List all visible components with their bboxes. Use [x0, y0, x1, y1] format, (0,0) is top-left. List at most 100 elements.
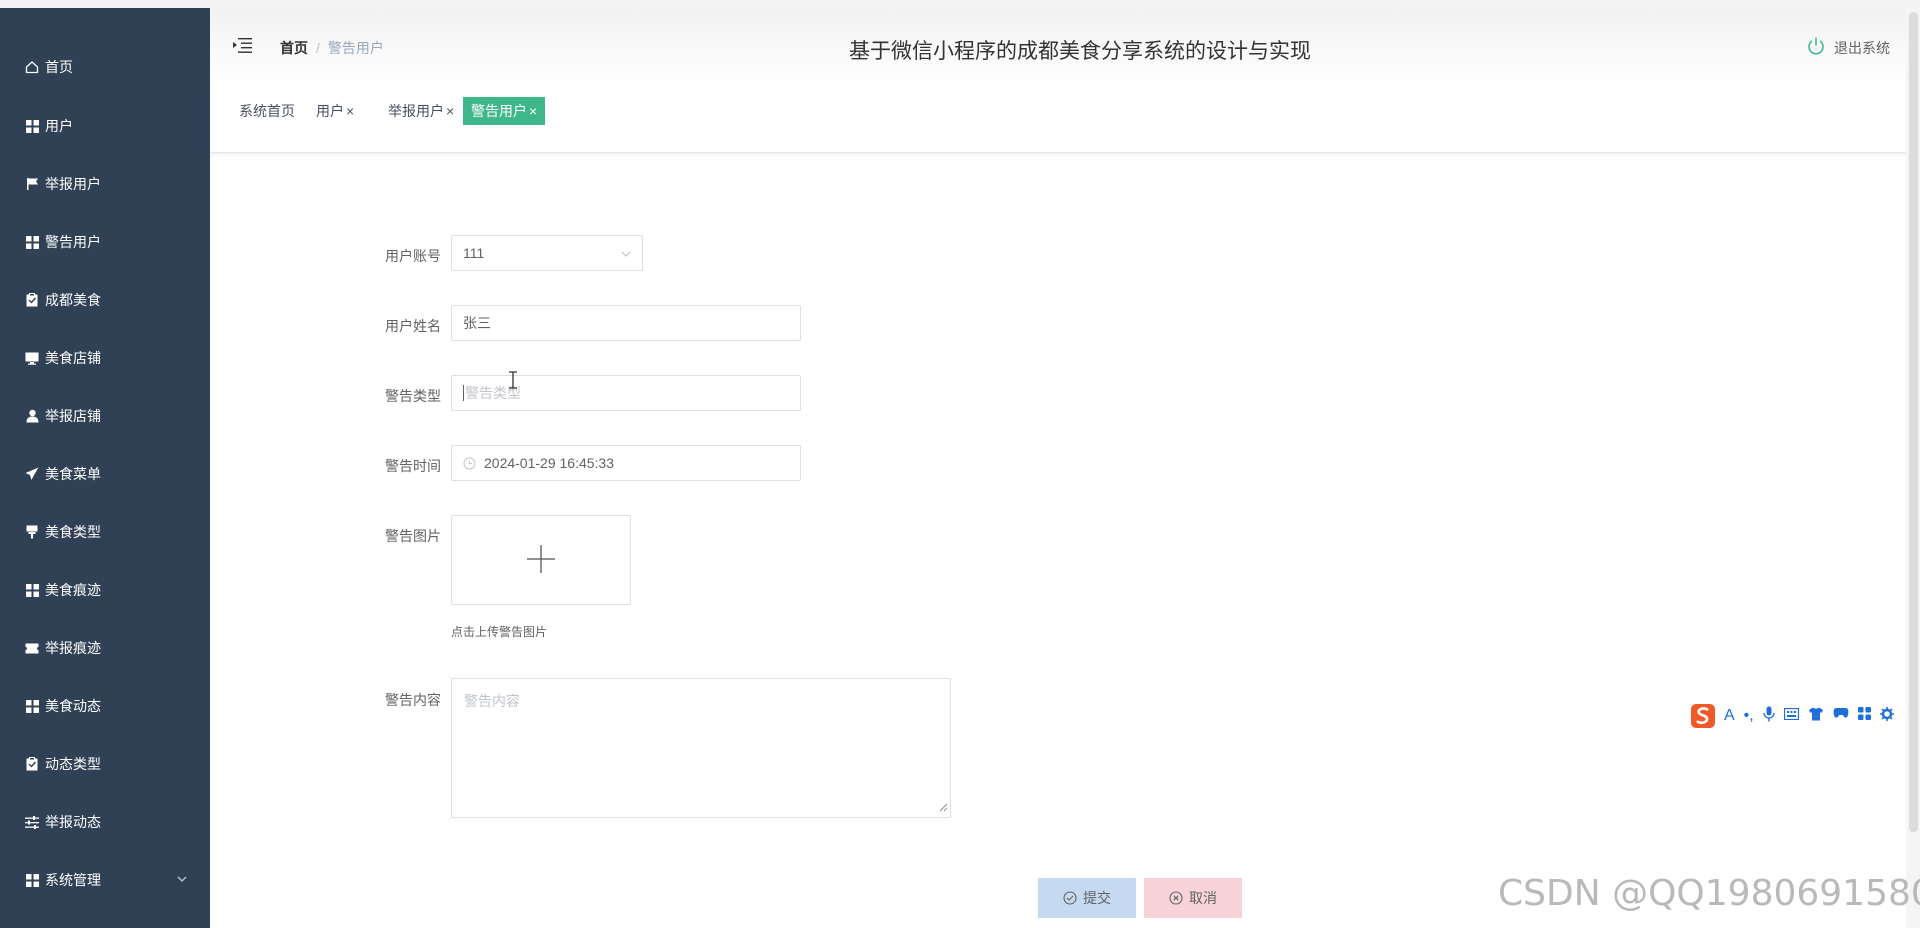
chevron-down-icon [620, 247, 632, 263]
sidebar-item-label: 美食菜单 [45, 466, 101, 482]
watermark: CSDN @QQ1980691580 [1498, 873, 1920, 914]
sidebar-item-warn-users[interactable]: 警告用户 [0, 222, 210, 262]
clipboard-icon [24, 756, 40, 772]
apps-grid-icon[interactable] [1857, 707, 1871, 725]
sidebar-item-report-users[interactable]: 举报用户 [0, 164, 210, 204]
ime-punctuation-icon[interactable]: •, [1744, 707, 1754, 725]
power-icon [1806, 36, 1826, 59]
sidebar-item-label: 举报痕迹 [45, 640, 101, 656]
window-top-strip [0, 0, 1920, 8]
tag-system-home[interactable]: 系统首页 [231, 97, 303, 125]
cancel-button[interactable]: 取消 [1144, 878, 1242, 918]
sliders-icon [24, 814, 40, 830]
check-circle-icon [1063, 891, 1077, 905]
sidebar-item-food-menu[interactable]: 美食菜单 [0, 454, 210, 494]
gamepad-icon[interactable] [1833, 707, 1849, 725]
sidebar-item-label: 系统管理 [45, 872, 101, 888]
page-title: 基于微信小程序的成都美食分享系统的设计与实现 [849, 40, 1311, 63]
grid-icon [24, 234, 40, 250]
warning-type-input[interactable]: 警告类型 [451, 375, 801, 411]
logout-button[interactable]: 退出系统 [1806, 36, 1890, 59]
warning-content-textarea[interactable]: 警告内容 [451, 678, 951, 818]
account-value: 111 [463, 245, 485, 261]
resize-handle-icon[interactable] [938, 799, 948, 815]
warning-time-picker[interactable]: 2024-01-29 16:45:33 [451, 445, 801, 481]
chevron-down-icon [176, 872, 188, 888]
ime-toolbar: A •, [1690, 702, 1903, 730]
name-field[interactable]: 张三 [451, 305, 801, 341]
sidebar-item-report-posts[interactable]: 举报动态 [0, 802, 210, 842]
sidebar-item-label: 首页 [45, 59, 73, 75]
warning-content-placeholder: 警告内容 [464, 693, 520, 709]
sidebar-item-label: 美食动态 [45, 698, 101, 714]
tag-warn-users[interactable]: 警告用户 × [463, 97, 546, 125]
submit-button[interactable]: 提交 [1038, 878, 1136, 918]
monitor-icon [24, 350, 40, 366]
tag-report-users[interactable]: 举报用户 × [380, 97, 462, 125]
microphone-icon[interactable] [1763, 706, 1775, 727]
account-select[interactable]: 111 [451, 235, 643, 271]
scrollbar-thumb[interactable] [1909, 12, 1918, 832]
sidebar-item-label: 动态类型 [45, 756, 101, 772]
content-label: 警告内容 [385, 692, 441, 708]
ime-letter-icon[interactable]: A [1724, 707, 1735, 725]
sidebar-item-label: 举报店铺 [45, 408, 101, 424]
sidebar-item-report-shops[interactable]: 举报店铺 [0, 396, 210, 436]
tag-label: 用户 [316, 103, 344, 119]
image-label: 警告图片 [385, 528, 441, 544]
person-icon [24, 408, 40, 424]
sidebar: 首页 用户 举报用户 警告用户 成都美食 美食店铺 举报店铺 美食菜单 美食类型… [0, 8, 210, 928]
close-icon[interactable]: × [446, 103, 454, 119]
sidebar-item-food-types[interactable]: 美食类型 [0, 512, 210, 552]
vertical-scrollbar[interactable] [1906, 8, 1920, 928]
flag-icon [24, 176, 40, 192]
submit-label: 提交 [1083, 890, 1111, 906]
close-icon[interactable]: × [346, 103, 354, 119]
image-upload[interactable] [451, 515, 631, 605]
sidebar-item-label: 美食店铺 [45, 350, 101, 366]
sidebar-item-post-types[interactable]: 动态类型 [0, 744, 210, 784]
clipboard-icon [24, 292, 40, 308]
name-label: 用户姓名 [385, 318, 441, 334]
sidebar-item-label: 举报用户 [45, 176, 101, 192]
sidebar-item-home[interactable]: 首页 [0, 47, 210, 87]
sidebar-item-system-management[interactable]: 系统管理 [0, 860, 210, 900]
name-value: 张三 [463, 315, 491, 331]
close-icon[interactable]: × [529, 103, 537, 119]
sidebar-item-users[interactable]: 用户 [0, 106, 210, 146]
grid-icon [24, 872, 40, 888]
sidebar-item-label: 美食类型 [45, 524, 101, 540]
grid-icon [24, 118, 40, 134]
settings-gear-icon[interactable] [1879, 706, 1894, 726]
tag-users[interactable]: 用户 × [308, 97, 362, 125]
close-circle-icon [1169, 891, 1183, 905]
sogou-logo-icon[interactable] [1690, 703, 1716, 729]
sidebar-item-food-traces[interactable]: 美食痕迹 [0, 570, 210, 610]
type-label: 警告类型 [385, 388, 441, 404]
sidebar-item-chengdu-food[interactable]: 成都美食 [0, 280, 210, 320]
sidebar-item-label: 用户 [45, 118, 73, 134]
account-label: 用户账号 [385, 248, 441, 264]
logout-label: 退出系统 [1834, 39, 1890, 56]
grid-icon [24, 698, 40, 714]
shirt-icon[interactable] [1808, 707, 1824, 726]
sidebar-item-food-posts[interactable]: 美食动态 [0, 686, 210, 726]
sidebar-item-label: 美食痕迹 [45, 582, 101, 598]
time-label: 警告时间 [385, 458, 441, 474]
keyboard-icon[interactable] [1783, 707, 1799, 725]
sidebar-item-report-traces[interactable]: 举报痕迹 [0, 628, 210, 668]
ticket-icon [24, 640, 40, 656]
grid-icon [24, 582, 40, 598]
sidebar-item-food-shops[interactable]: 美食店铺 [0, 338, 210, 378]
tag-label: 系统首页 [239, 103, 295, 119]
upload-hint: 点击上传警告图片 [451, 625, 548, 639]
send-icon [24, 466, 40, 482]
tag-label: 警告用户 [471, 103, 527, 119]
sidebar-item-label: 成都美食 [45, 292, 101, 308]
cancel-label: 取消 [1189, 890, 1217, 906]
plus-icon [526, 544, 556, 577]
tags-bar: 系统首页 用户 × 举报用户 × 警告用户 × [210, 88, 1916, 153]
tray-icon [24, 524, 40, 540]
text-cursor-icon [508, 371, 518, 392]
sidebar-item-label: 举报动态 [45, 814, 101, 830]
